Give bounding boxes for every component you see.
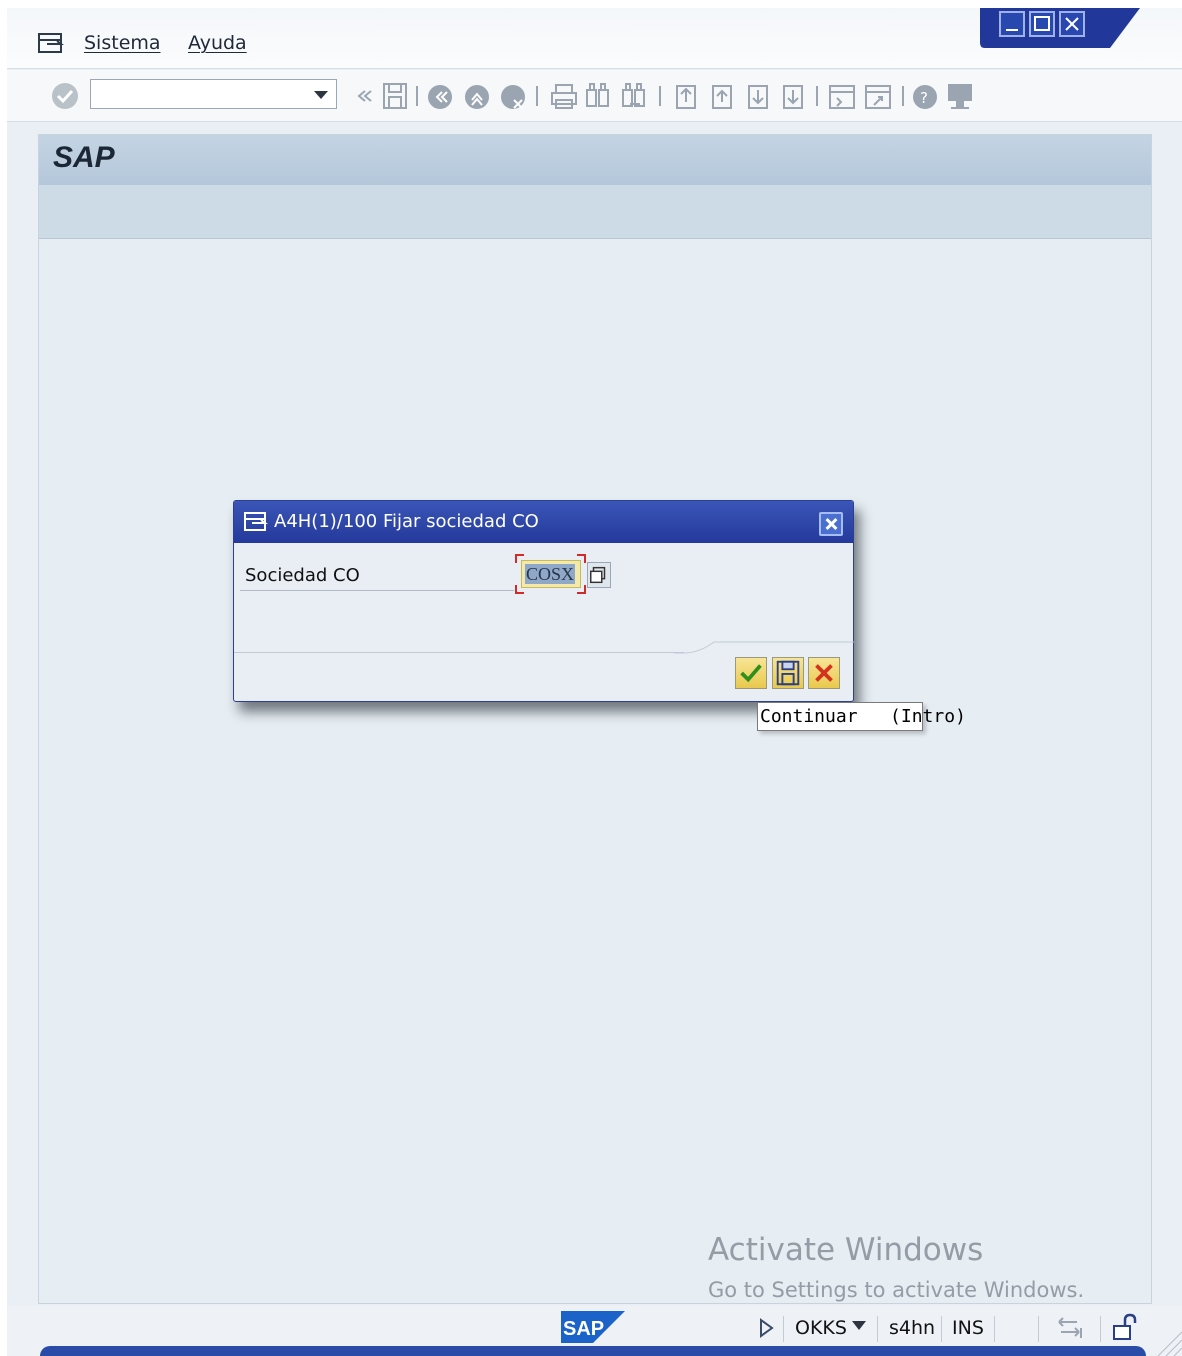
back-nav-icon[interactable] xyxy=(428,85,452,109)
tooltip: Continuar (Intro) xyxy=(757,702,966,731)
lock-icon[interactable] xyxy=(1111,1312,1141,1342)
focus-corner xyxy=(515,585,524,594)
save-icon[interactable] xyxy=(383,83,407,109)
activation-watermark-subtitle: Go to Settings to activate Windows. xyxy=(708,1278,1085,1302)
cancel-button[interactable] xyxy=(808,657,840,689)
next-page-icon[interactable] xyxy=(748,85,768,109)
save-button[interactable] xyxy=(772,657,804,689)
dialog-divider xyxy=(234,652,684,653)
transfer-icon[interactable] xyxy=(1055,1314,1085,1340)
dialog-divider-curve xyxy=(674,641,854,654)
svg-text:SAP: SAP xyxy=(563,1318,604,1340)
controlling-area-label: Sociedad CO xyxy=(245,565,360,586)
application-toolbar xyxy=(39,185,1151,239)
menu-icon[interactable] xyxy=(244,512,268,532)
status-expand-icon[interactable] xyxy=(759,1318,775,1338)
svg-text:?: ? xyxy=(920,89,928,107)
menu-bar: Sistema Ayuda xyxy=(7,8,1182,69)
back-icon[interactable] xyxy=(357,90,372,102)
check-icon[interactable] xyxy=(51,82,79,110)
window-controls xyxy=(980,8,1140,48)
chevron-down-icon[interactable] xyxy=(852,1321,866,1331)
exit-icon[interactable] xyxy=(465,85,489,109)
controlling-area-field[interactable]: COSX xyxy=(515,554,589,594)
dialog-title-bar: A4H(1)/100 Fijar sociedad CO xyxy=(234,501,853,543)
new-session-icon[interactable] xyxy=(829,85,855,109)
last-page-icon[interactable] xyxy=(783,85,803,109)
close-icon[interactable] xyxy=(819,512,843,536)
find-next-icon[interactable] xyxy=(622,83,645,107)
close-window-icon[interactable] xyxy=(1059,11,1085,37)
status-separator xyxy=(877,1316,878,1342)
maximize-icon[interactable] xyxy=(1029,11,1055,37)
cancel-icon xyxy=(815,664,833,682)
title-bar: SAP xyxy=(39,135,1151,185)
check-icon xyxy=(740,664,762,683)
status-separator xyxy=(1100,1316,1101,1342)
menu-item-ayuda[interactable]: Ayuda xyxy=(188,32,247,54)
sap-logo-icon: SAP xyxy=(561,1311,625,1343)
customize-layout-icon[interactable] xyxy=(948,84,972,109)
find-icon[interactable] xyxy=(586,83,609,107)
controlling-area-value: COSX xyxy=(525,564,576,584)
shortcut-icon[interactable] xyxy=(865,85,891,109)
help-icon[interactable]: ? xyxy=(913,85,937,109)
continue-button[interactable] xyxy=(735,657,767,689)
main-content: SAP xyxy=(38,134,1152,1304)
toolbar-icons: ? xyxy=(357,83,972,109)
focus-corner xyxy=(577,585,586,594)
status-separator xyxy=(941,1316,942,1342)
field-divider xyxy=(240,590,514,591)
status-bar-edge xyxy=(40,1346,1146,1356)
minimize-icon[interactable] xyxy=(999,11,1025,37)
cancel-icon[interactable] xyxy=(501,85,525,109)
set-controlling-area-dialog: A4H(1)/100 Fijar sociedad CO Sociedad CO… xyxy=(233,500,854,702)
previous-page-icon[interactable] xyxy=(712,85,732,109)
standard-toolbar: ? xyxy=(7,70,1182,122)
status-separator xyxy=(994,1316,995,1342)
chevron-down-icon[interactable] xyxy=(314,91,328,99)
focus-corner xyxy=(515,554,524,563)
status-separator xyxy=(783,1316,784,1342)
save-icon xyxy=(776,660,800,686)
activation-watermark-title: Activate Windows xyxy=(708,1232,984,1268)
controlling-area-input[interactable]: COSX xyxy=(521,560,581,588)
value-help-icon[interactable] xyxy=(587,562,611,588)
dialog-title: A4H(1)/100 Fijar sociedad CO xyxy=(274,511,539,532)
menu-item-sistema[interactable]: Sistema xyxy=(84,32,161,54)
first-page-icon[interactable] xyxy=(676,85,696,109)
resize-grip-icon[interactable] xyxy=(1154,1330,1182,1356)
insert-mode: INS xyxy=(952,1317,984,1339)
page-title: SAP xyxy=(53,141,115,174)
transaction-code: OKKS xyxy=(795,1317,847,1339)
menu-icon[interactable] xyxy=(37,32,65,54)
command-field[interactable] xyxy=(90,79,337,109)
server-name: s4hn xyxy=(889,1317,936,1339)
print-icon[interactable] xyxy=(551,84,577,109)
focus-corner xyxy=(577,554,586,563)
status-separator xyxy=(1038,1316,1039,1342)
